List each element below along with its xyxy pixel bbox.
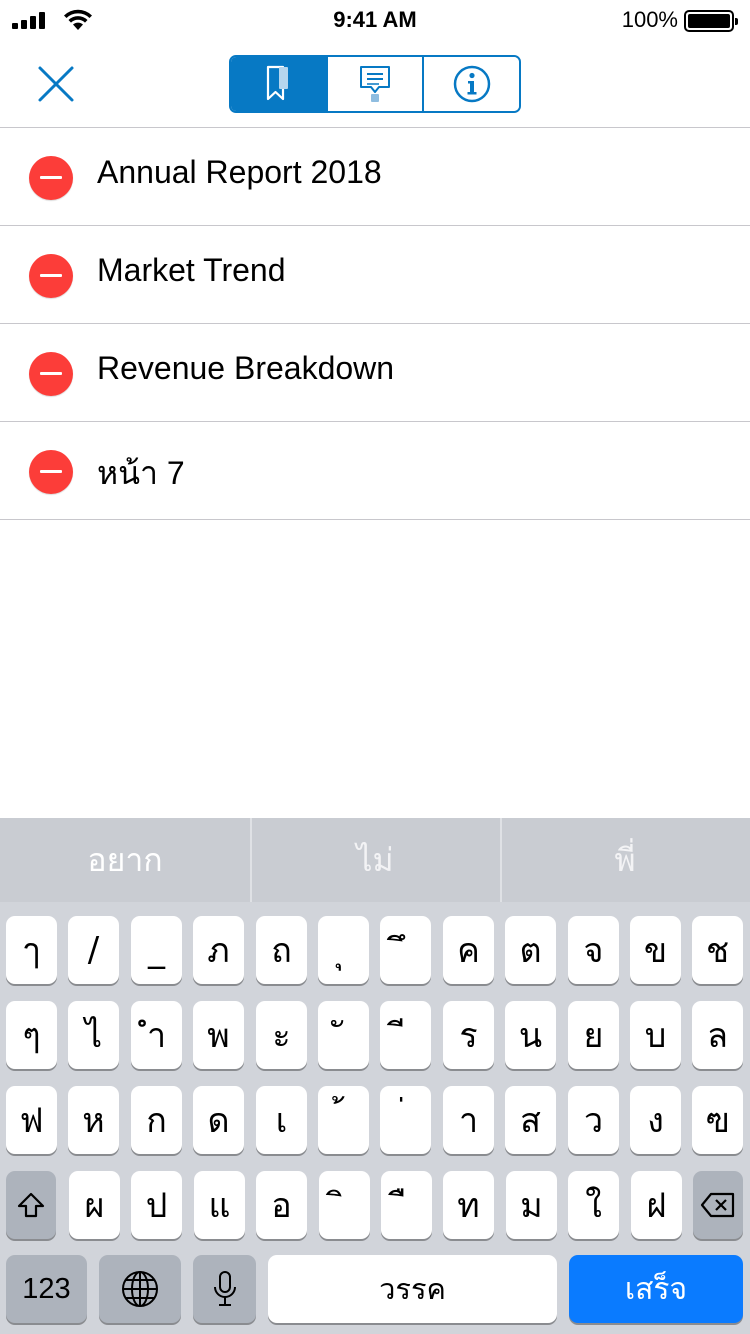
predictive-bar: อยาก ไม่ พี่ — [0, 818, 750, 902]
tab-info[interactable] — [424, 57, 519, 111]
bookmark-title: Annual Report 2018 — [97, 154, 382, 190]
view-segmented-control — [229, 55, 521, 113]
battery-icon — [684, 10, 738, 32]
key-row3-10[interactable]: ง — [630, 1086, 681, 1154]
globe-icon — [122, 1271, 158, 1307]
key-row2-6[interactable]: ี — [380, 1001, 431, 1069]
tab-bookmarks[interactable] — [231, 57, 328, 111]
done-key[interactable]: เสร็จ — [569, 1255, 743, 1323]
microphone-icon — [213, 1271, 236, 1306]
bookmark-title: หน้า 7 — [97, 455, 185, 491]
key-row3-1[interactable]: ห — [68, 1086, 119, 1154]
globe-key[interactable] — [99, 1255, 181, 1323]
close-icon[interactable] — [30, 58, 82, 110]
key-row3-4[interactable]: เ — [256, 1086, 307, 1154]
key-row3-0[interactable]: ฟ — [6, 1086, 57, 1154]
info-icon — [453, 65, 490, 103]
key-row2-10[interactable]: บ — [630, 1001, 681, 1069]
suggestion-3[interactable]: พี่ — [500, 818, 750, 902]
key-row3-9[interactable]: ว — [568, 1086, 619, 1154]
key-row1-1[interactable]: / — [68, 916, 119, 984]
key-row1-5[interactable]: ุ — [318, 916, 369, 984]
key-row4-0[interactable]: ผ — [69, 1171, 120, 1239]
thai-keyboard: อยาก ไม่ พี่ ๅ/_ภถุึคตจขชๆไำพะัีรนยบลฟหก… — [0, 818, 750, 1334]
key-row3-2[interactable]: ก — [131, 1086, 182, 1154]
key-row1-8[interactable]: ต — [505, 916, 556, 984]
delete-button[interactable] — [29, 450, 73, 494]
bookmark-title: Market Trend — [97, 252, 286, 288]
list-item[interactable]: Market Trend — [0, 226, 750, 324]
battery-percentage: 100% — [621, 7, 678, 32]
comment-icon — [360, 66, 390, 102]
suggestion-1[interactable]: อยาก — [0, 818, 250, 902]
key-row4-1[interactable]: ป — [131, 1171, 182, 1239]
delete-button[interactable] — [29, 156, 73, 200]
backspace-key[interactable] — [693, 1171, 743, 1239]
key-row2-2[interactable]: ำ — [131, 1001, 182, 1069]
nav-bar — [0, 40, 750, 128]
key-row1-6[interactable]: ึ — [380, 916, 431, 984]
key-row3-7[interactable]: า — [443, 1086, 494, 1154]
bookmark-list: Annual Report 2018 Market Trend Revenue … — [0, 128, 750, 520]
key-row2-3[interactable]: พ — [193, 1001, 244, 1069]
status-bar: 9:41 AM 100% — [0, 0, 750, 40]
key-row2-5[interactable]: ั — [318, 1001, 369, 1069]
shift-key[interactable] — [6, 1171, 56, 1239]
key-row3-6[interactable]: ่ — [380, 1086, 431, 1154]
list-item[interactable]: Annual Report 2018 — [0, 128, 750, 226]
key-row1-3[interactable]: ภ — [193, 916, 244, 984]
key-row3-11[interactable]: ฃ — [692, 1086, 743, 1154]
key-row2-4[interactable]: ะ — [256, 1001, 307, 1069]
delete-button[interactable] — [29, 254, 73, 298]
key-row1-11[interactable]: ช — [692, 916, 743, 984]
dictation-key[interactable] — [193, 1255, 256, 1323]
key-row4-3[interactable]: อ — [256, 1171, 307, 1239]
key-row1-4[interactable]: ถ — [256, 916, 307, 984]
key-row1-2[interactable]: _ — [131, 916, 182, 984]
key-row2-7[interactable]: ร — [443, 1001, 494, 1069]
key-row2-0[interactable]: ๆ — [6, 1001, 57, 1069]
key-row1-7[interactable]: ค — [443, 916, 494, 984]
key-row3-5[interactable]: ้ — [318, 1086, 369, 1154]
key-row4-8[interactable]: ใ — [568, 1171, 619, 1239]
delete-button[interactable] — [29, 352, 73, 396]
key-row3-3[interactable]: ด — [193, 1086, 244, 1154]
shift-icon — [17, 1192, 45, 1218]
key-row1-10[interactable]: ข — [630, 916, 681, 984]
key-row2-11[interactable]: ล — [692, 1001, 743, 1069]
key-row3-8[interactable]: ส — [505, 1086, 556, 1154]
key-row4-4[interactable]: ิ — [319, 1171, 370, 1239]
list-item[interactable]: Revenue Breakdown — [0, 324, 750, 422]
key-row4-5[interactable]: ื — [381, 1171, 432, 1239]
key-row2-8[interactable]: น — [505, 1001, 556, 1069]
key-row4-9[interactable]: ฝ — [631, 1171, 682, 1239]
suggestion-2[interactable]: ไม่ — [250, 818, 500, 902]
list-item[interactable]: หน้า 7 — [0, 422, 750, 520]
bookmark-title: Revenue Breakdown — [97, 350, 395, 386]
backspace-icon — [700, 1192, 735, 1218]
key-row1-9[interactable]: จ — [568, 916, 619, 984]
bookmark-icon — [267, 65, 289, 101]
key-row2-9[interactable]: ย — [568, 1001, 619, 1069]
numbers-key[interactable]: 123 — [6, 1255, 87, 1323]
space-key[interactable]: วรรค — [268, 1255, 557, 1323]
key-row4-2[interactable]: แ — [194, 1171, 245, 1239]
key-row4-7[interactable]: ม — [506, 1171, 557, 1239]
key-row1-0[interactable]: ๅ — [6, 916, 57, 984]
tab-comments[interactable] — [327, 57, 425, 111]
key-row2-1[interactable]: ไ — [68, 1001, 119, 1069]
key-row4-6[interactable]: ท — [443, 1171, 494, 1239]
